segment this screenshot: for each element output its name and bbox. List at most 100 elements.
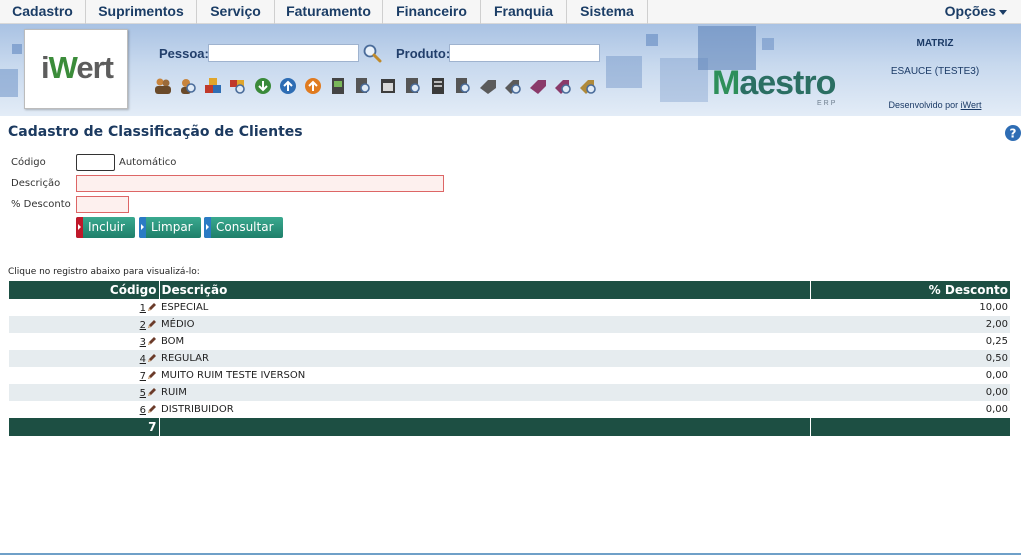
consultar-button[interactable]: Consultar [204, 217, 283, 238]
down-arrow-icon[interactable] [253, 76, 273, 96]
cell-descricao: DISTRIBUIDOR [159, 401, 810, 418]
top-menu-bar: Cadastro Suprimentos Serviço Faturamento… [0, 0, 1021, 24]
incluir-label: Incluir [88, 220, 125, 234]
menu-cadastro[interactable]: Cadastro [0, 0, 86, 24]
table-row[interactable]: 6 DISTRIBUIDOR 0,00 [9, 401, 1010, 418]
total-count: 7 [9, 418, 159, 436]
menu-franquia[interactable]: Franquia [481, 0, 567, 24]
chevron-down-icon [999, 9, 1007, 15]
classification-table: Código Descrição % Desconto 1 ESPECIAL 10,… [9, 281, 1010, 436]
table-row[interactable]: 1 ESPECIAL 10,00 [9, 299, 1010, 316]
cell-codigo[interactable]: 1 [9, 299, 159, 316]
tag-icon[interactable] [453, 76, 473, 96]
pessoa-search-input[interactable] [208, 44, 359, 62]
cell-descricao: RUIM [159, 384, 810, 401]
row-code-link[interactable]: 7 [140, 371, 146, 382]
produto-search-input[interactable] [449, 44, 600, 62]
search-document-icon[interactable] [428, 76, 448, 96]
header-banner: iWert Pessoa: Produto: Maestro ERP MATRI… [0, 24, 1021, 116]
consultar-tab-icon [204, 217, 211, 238]
descricao-label: Descrição [11, 178, 61, 189]
svg-text:?: ? [1010, 127, 1017, 141]
document-icon[interactable] [403, 76, 423, 96]
row-code-link[interactable]: 4 [140, 354, 146, 365]
cell-descricao: BOM [159, 333, 810, 350]
search-book-icon[interactable] [528, 76, 548, 96]
cell-descricao: MÉDIO [159, 316, 810, 333]
cell-codigo[interactable]: 3 [9, 333, 159, 350]
pencil-edit-icon[interactable] [147, 336, 157, 346]
codigo-label: Código [11, 157, 46, 168]
cell-descricao: ESPECIAL [159, 299, 810, 316]
pencil-edit-icon[interactable] [147, 319, 157, 329]
search-boxes-icon[interactable] [228, 76, 248, 96]
table-row[interactable]: 7 MUITO RUIM TESTE IVERSON 0,00 [9, 367, 1010, 384]
menu-suprimentos[interactable]: Suprimentos [86, 0, 197, 24]
cell-codigo[interactable]: 6 [9, 401, 159, 418]
invoice-icon[interactable] [328, 76, 348, 96]
cell-codigo[interactable]: 5 [9, 384, 159, 401]
decor-square [646, 34, 658, 46]
desconto-input[interactable] [76, 196, 129, 213]
calendar-icon[interactable] [378, 76, 398, 96]
pencil-edit-icon[interactable] [147, 370, 157, 380]
developer-link[interactable]: iWert [961, 100, 982, 110]
consultar-label: Consultar [216, 220, 274, 234]
menu-servico[interactable]: Serviço [197, 0, 275, 24]
cell-desconto: 0,00 [810, 367, 1010, 384]
cell-codigo[interactable]: 7 [9, 367, 159, 384]
pessoa-label: Pessoa: [159, 46, 209, 61]
col-header-desconto[interactable]: % Desconto [809, 281, 1010, 299]
cell-codigo[interactable]: 4 [9, 350, 159, 367]
pencil-edit-icon[interactable] [147, 302, 157, 312]
table-row[interactable]: 2 MÉDIO 2,00 [9, 316, 1010, 333]
limpar-label: Limpar [151, 220, 193, 234]
row-code-link[interactable]: 1 [140, 303, 146, 314]
pencil-edit-icon[interactable] [147, 353, 157, 363]
decor-square [12, 44, 22, 54]
book-icon[interactable] [503, 76, 523, 96]
people-icon[interactable] [153, 76, 173, 96]
up-arrow-icon[interactable] [278, 76, 298, 96]
cell-desconto: 0,00 [810, 384, 1010, 401]
gear-tag-icon[interactable] [578, 76, 598, 96]
menu-sistema[interactable]: Sistema [567, 0, 648, 24]
cell-codigo[interactable]: 2 [9, 316, 159, 333]
row-code-link[interactable]: 2 [140, 320, 146, 331]
cell-descricao: MUITO RUIM TESTE IVERSON [159, 367, 810, 384]
cart-icon[interactable] [303, 76, 323, 96]
table-row[interactable]: 4 REGULAR 0,50 [9, 350, 1010, 367]
developed-by: Desenvolvido por iWert [888, 100, 982, 110]
menu-financeiro[interactable]: Financeiro [383, 0, 481, 24]
table-row[interactable]: 3 BOM 0,25 [9, 333, 1010, 350]
table-row[interactable]: 5 RUIM 0,00 [9, 384, 1010, 401]
decor-square [606, 56, 642, 88]
menu-faturamento[interactable]: Faturamento [275, 0, 383, 24]
codigo-input[interactable] [76, 154, 115, 171]
col-header-codigo[interactable]: Código [9, 281, 159, 299]
user-label: ESAUCE (TESTE3) [890, 66, 980, 77]
limpar-button[interactable]: Limpar [139, 217, 201, 238]
search-tag-icon[interactable] [478, 76, 498, 96]
grid-hint: Clique no registro abaixo para visualizá… [8, 267, 200, 277]
col-header-descricao[interactable]: Descrição [158, 281, 810, 299]
settings-tag-icon[interactable] [553, 76, 573, 96]
automatico-label: Automático [119, 157, 177, 168]
row-code-link[interactable]: 6 [140, 405, 146, 416]
help-icon[interactable]: ? [1004, 124, 1021, 142]
maestro-erp-label: ERP [817, 100, 838, 107]
pencil-edit-icon[interactable] [147, 387, 157, 397]
boxes-icon[interactable] [203, 76, 223, 96]
iwert-logo: iWert [24, 29, 128, 109]
row-code-link[interactable]: 5 [140, 388, 146, 399]
search-icon[interactable] [362, 43, 382, 63]
pencil-edit-icon[interactable] [147, 404, 157, 414]
limpar-tab-icon [139, 217, 146, 238]
options-menu[interactable]: Opções [945, 0, 1007, 24]
search-person-icon[interactable] [178, 76, 198, 96]
company-label: MATRIZ [916, 38, 954, 49]
incluir-button[interactable]: Incluir [76, 217, 135, 238]
row-code-link[interactable]: 3 [140, 337, 146, 348]
search-invoice-icon[interactable] [353, 76, 373, 96]
descricao-input[interactable] [76, 175, 444, 192]
